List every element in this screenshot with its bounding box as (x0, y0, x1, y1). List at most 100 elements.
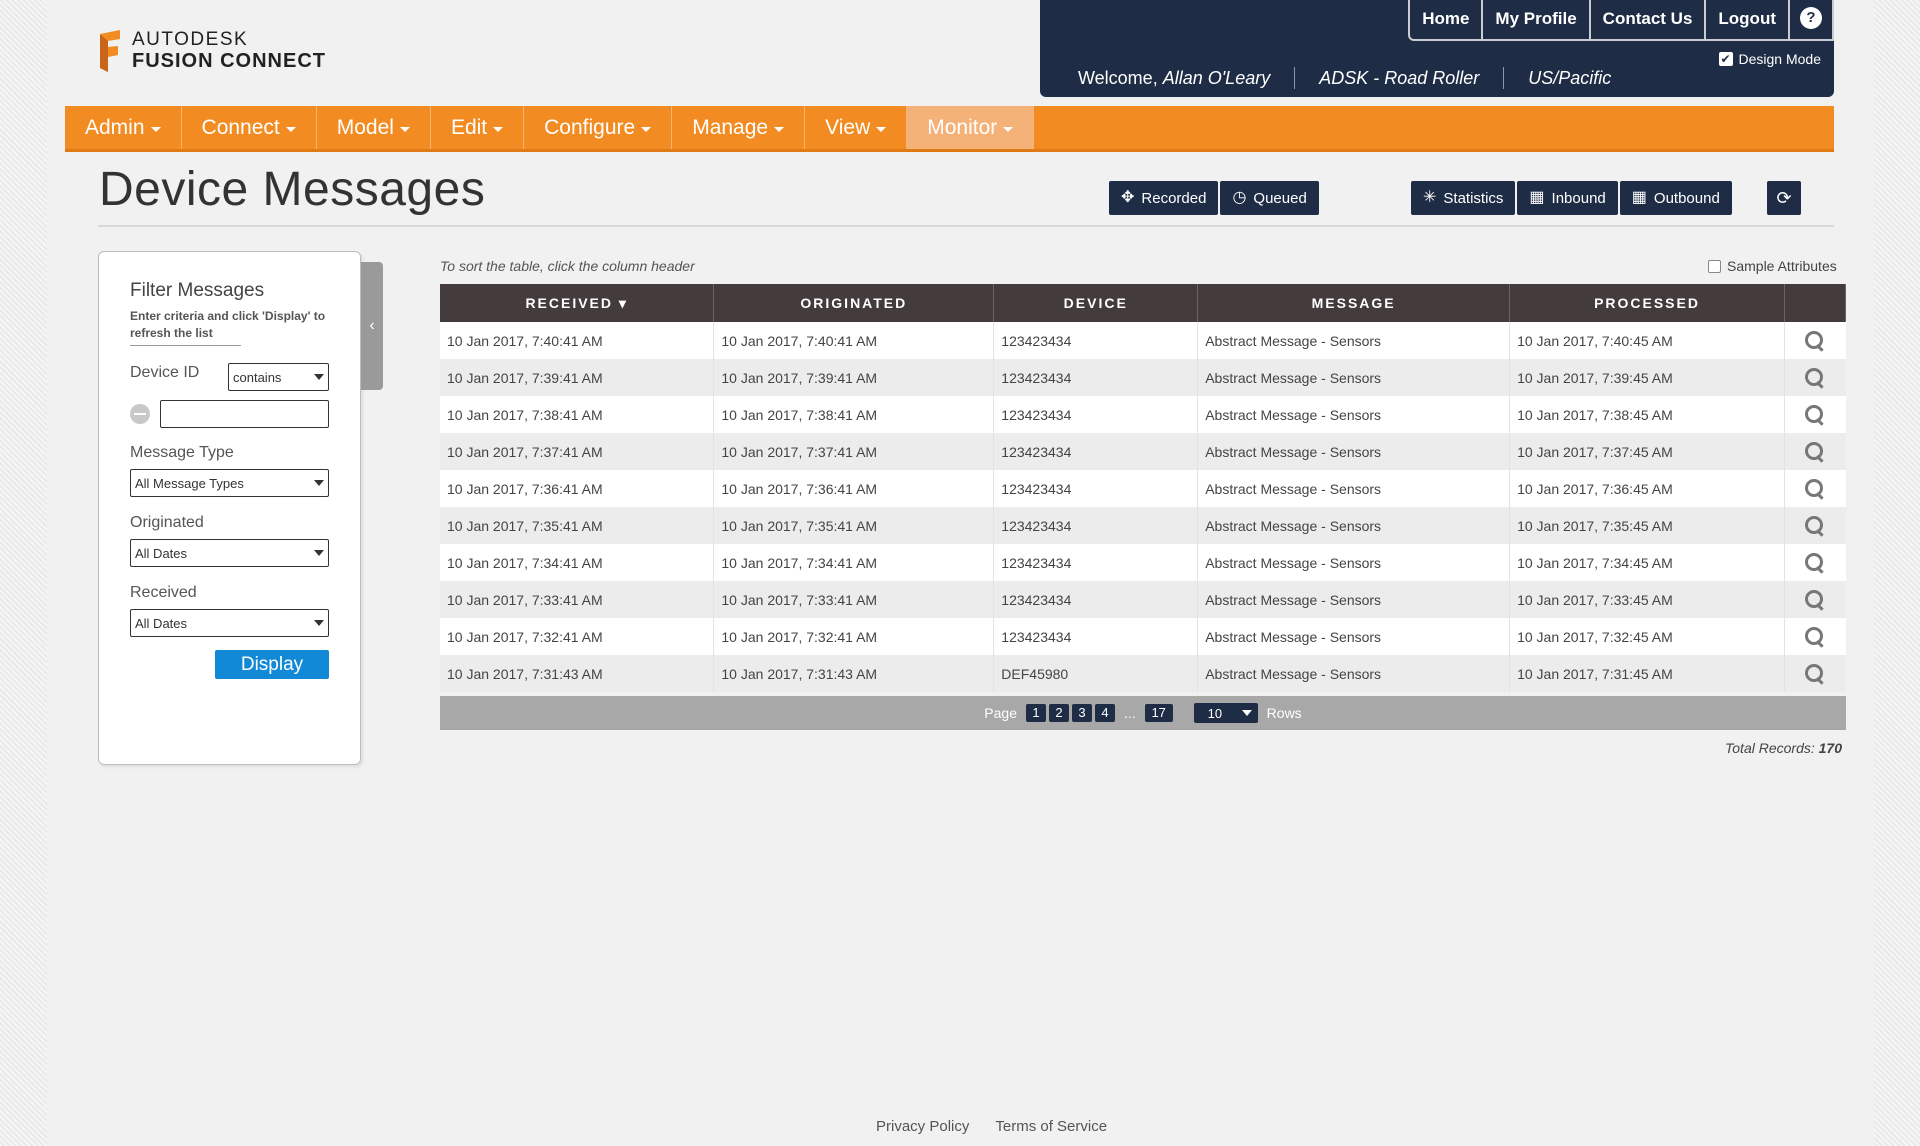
refresh-button[interactable]: ⟳ (1767, 181, 1801, 215)
magnifier-icon[interactable] (1804, 330, 1826, 352)
statistics-button[interactable]: ✳ Statistics (1411, 181, 1516, 215)
contact-us-link[interactable]: Contact Us (1588, 0, 1707, 41)
my-profile-link[interactable]: My Profile (1481, 0, 1591, 41)
home-link[interactable]: Home (1408, 0, 1484, 41)
magnifier-icon[interactable] (1804, 552, 1826, 574)
grid-icon: ▦ (1631, 189, 1647, 206)
pagination-bar: Page 1 2 3 4 ... 17 10 Rows (440, 696, 1846, 730)
cell-received: 10 Jan 2017, 7:37:41 AM (440, 433, 715, 470)
sample-attributes-label: Sample Attributes (1727, 258, 1837, 274)
table-row[interactable]: 10 Jan 2017, 7:33:41 AM 10 Jan 2017, 7:3… (440, 581, 1846, 618)
device-id-operator-select[interactable]: contains (228, 363, 329, 391)
page-4-button[interactable]: 4 (1095, 704, 1115, 722)
magnifier-icon[interactable] (1804, 478, 1826, 500)
collapse-filter-button[interactable]: ‹ (361, 262, 383, 390)
nav-monitor[interactable]: Monitor (907, 106, 1035, 149)
cell-device: 123423434 (993, 359, 1199, 396)
magnifier-icon[interactable] (1804, 589, 1826, 611)
footer: Privacy Policy Terms of Service (876, 1118, 1107, 1135)
outbound-button[interactable]: ▦ Outbound (1619, 181, 1732, 215)
column-header-device[interactable]: DEVICE (993, 284, 1199, 322)
magnifier-icon[interactable] (1804, 367, 1826, 389)
caret-down-icon (314, 620, 324, 626)
table-row[interactable]: 10 Jan 2017, 7:35:41 AM 10 Jan 2017, 7:3… (440, 507, 1846, 544)
received-select[interactable]: All Dates (130, 609, 329, 637)
design-mode-toggle[interactable]: ✔ Design Mode (1718, 51, 1821, 67)
user-name[interactable]: Allan O'Leary (1163, 68, 1271, 89)
cell-originated: 10 Jan 2017, 7:31:43 AM (713, 655, 995, 692)
total-records: Total Records: 170 (1627, 740, 1842, 756)
cell-action (1784, 655, 1846, 692)
column-header-originated[interactable]: ORIGINATED (713, 284, 995, 322)
magnifier-icon[interactable] (1804, 626, 1826, 648)
magnifier-icon[interactable] (1804, 663, 1826, 685)
brand-line2: FUSION CONNECT (132, 50, 326, 72)
column-header-message[interactable]: MESSAGE (1197, 284, 1511, 322)
caret-down-icon (314, 550, 324, 556)
recorded-label: Recorded (1141, 189, 1207, 207)
device-id-input[interactable] (160, 400, 329, 428)
table-row[interactable]: 10 Jan 2017, 7:38:41 AM 10 Jan 2017, 7:3… (440, 396, 1846, 433)
logout-link[interactable]: Logout (1704, 0, 1790, 41)
table-row[interactable]: 10 Jan 2017, 7:34:41 AM 10 Jan 2017, 7:3… (440, 544, 1846, 581)
nav-manage[interactable]: Manage (672, 106, 806, 149)
cell-processed: 10 Jan 2017, 7:39:45 AM (1509, 359, 1785, 396)
cell-device: 123423434 (993, 544, 1199, 581)
clock-icon: ◷ (1232, 189, 1247, 206)
cell-processed: 10 Jan 2017, 7:38:45 AM (1509, 396, 1785, 433)
sample-attributes-toggle[interactable]: Sample Attributes (1708, 258, 1837, 274)
nav-admin[interactable]: Admin (65, 106, 182, 149)
table-header-row: RECEIVED ▾ ORIGINATED DEVICE MESSAGE PRO… (440, 284, 1847, 322)
cell-message: Abstract Message - Sensors (1197, 433, 1511, 470)
caret-down-icon (150, 126, 161, 132)
cell-originated: 10 Jan 2017, 7:37:41 AM (713, 433, 995, 470)
magnifier-icon[interactable] (1804, 515, 1826, 537)
message-type-select[interactable]: All Message Types (130, 469, 329, 497)
table-row[interactable]: 10 Jan 2017, 7:32:41 AM 10 Jan 2017, 7:3… (440, 618, 1846, 655)
magnifier-icon[interactable] (1804, 441, 1826, 463)
nav-configure[interactable]: Configure (524, 106, 673, 149)
nav-edit[interactable]: Edit (431, 106, 525, 149)
nav-label: Monitor (927, 115, 998, 139)
total-records-value: 170 (1818, 740, 1842, 756)
cell-action (1784, 433, 1846, 470)
cell-device: 123423434 (993, 396, 1199, 433)
nav-view[interactable]: View (805, 106, 908, 149)
autodesk-logo[interactable]: AUTODESK FUSION CONNECT (96, 30, 326, 72)
terms-of-service-link[interactable]: Terms of Service (995, 1118, 1107, 1135)
title-divider (98, 225, 1834, 227)
page-last-button[interactable]: 17 (1144, 704, 1173, 722)
privacy-policy-link[interactable]: Privacy Policy (876, 1118, 969, 1135)
table-row[interactable]: 10 Jan 2017, 7:40:41 AM 10 Jan 2017, 7:4… (440, 322, 1846, 359)
page-2-button[interactable]: 2 (1049, 704, 1069, 722)
table-row[interactable]: 10 Jan 2017, 7:37:41 AM 10 Jan 2017, 7:3… (440, 433, 1846, 470)
column-header-processed[interactable]: PROCESSED (1509, 284, 1785, 322)
page-3-button[interactable]: 3 (1072, 704, 1092, 722)
inbound-button[interactable]: ▦ Inbound (1517, 181, 1618, 215)
column-header-received[interactable]: RECEIVED ▾ (440, 284, 715, 322)
display-button[interactable]: Display (215, 650, 329, 679)
table-row[interactable]: 10 Jan 2017, 7:31:43 AM 10 Jan 2017, 7:3… (440, 655, 1846, 692)
table-row[interactable]: 10 Jan 2017, 7:36:41 AM 10 Jan 2017, 7:3… (440, 470, 1846, 507)
rows-per-page-select[interactable]: 10 (1193, 703, 1258, 723)
table-row[interactable]: 10 Jan 2017, 7:39:41 AM 10 Jan 2017, 7:3… (440, 359, 1846, 396)
cell-device: 123423434 (993, 470, 1199, 507)
cell-message: Abstract Message - Sensors (1197, 396, 1511, 433)
filter-title: Filter Messages (130, 280, 265, 301)
nav-connect[interactable]: Connect (182, 106, 317, 149)
rows-per-page-value: 10 (1207, 705, 1223, 721)
device-id-label: Device ID (130, 364, 200, 381)
recorded-button[interactable]: ✥ Recorded (1109, 181, 1219, 215)
caret-down-icon (493, 126, 504, 132)
company-name[interactable]: ADSK - Road Roller (1319, 68, 1479, 89)
originated-select[interactable]: All Dates (130, 539, 329, 567)
timezone[interactable]: US/Pacific (1528, 68, 1611, 89)
help-button[interactable]: ? (1788, 0, 1834, 41)
nav-model[interactable]: Model (317, 106, 431, 149)
page-1-button[interactable]: 1 (1026, 704, 1046, 722)
caret-down-icon (876, 126, 887, 132)
remove-criteria-icon[interactable] (130, 404, 150, 424)
queued-button[interactable]: ◷ Queued (1220, 181, 1319, 215)
magnifier-icon[interactable] (1804, 404, 1826, 426)
received-label: Received (130, 584, 197, 601)
